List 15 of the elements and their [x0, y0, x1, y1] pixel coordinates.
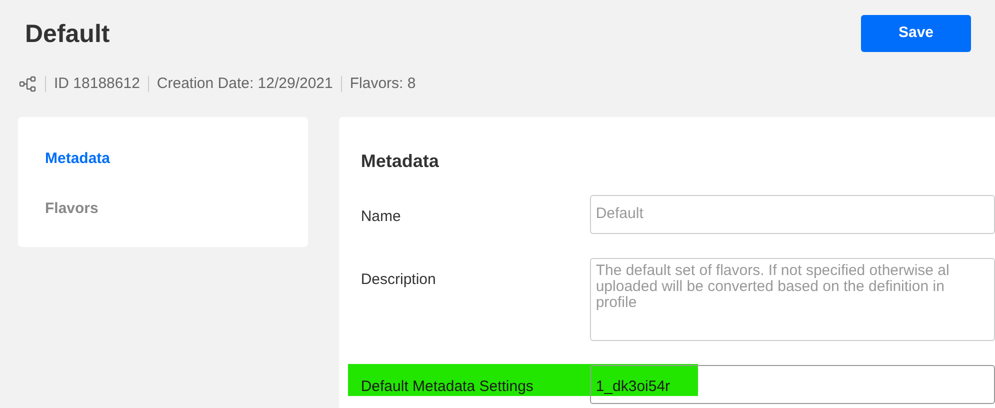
field-label: Default Metadata Settings: [360, 378, 534, 395]
page-title: Default: [25, 19, 110, 50]
field-label: Name: [360, 208, 401, 225]
description-field[interactable]: The default set of flavors. If not specified otherwise al uploaded will be converted based on the definition in profile: [590, 258, 995, 341]
meta-text: Flavors: 8: [350, 74, 416, 94]
sidebar-item[interactable]: Metadata: [45, 148, 110, 170]
sidebar-item[interactable]: Flavors: [45, 198, 98, 220]
panel-heading: Metadata: [360, 150, 440, 173]
input-field[interactable]: Default: [590, 195, 995, 234]
meta-text: Creation Date: 12/29/2021: [156, 74, 333, 94]
hierarchy-icon: [19, 76, 37, 92]
meta-text: ID 18188612: [54, 74, 140, 94]
input-field[interactable]: 1_dk3oi54r: [590, 365, 995, 404]
field-label: Description: [360, 271, 436, 288]
save-button[interactable]: Save: [861, 15, 971, 52]
